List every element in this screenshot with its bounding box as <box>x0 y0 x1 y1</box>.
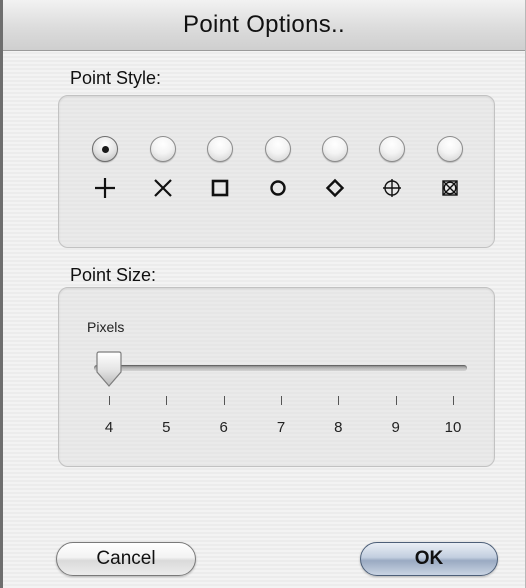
circle-icon <box>270 180 286 196</box>
plus-icon <box>95 178 115 198</box>
slider-tick-label: 6 <box>219 419 228 436</box>
point-size-label: Point Size: <box>70 265 157 285</box>
slider-tick <box>223 396 225 405</box>
point-style-radio-circle[interactable] <box>265 136 291 162</box>
slider-tick-label: 10 <box>444 419 462 436</box>
slider-tick <box>395 396 397 405</box>
slider-tick <box>109 396 110 405</box>
point-style-radio-boxed-x-circle[interactable] <box>437 136 463 162</box>
square-icon <box>211 179 229 197</box>
pixels-label: Pixels <box>87 319 125 335</box>
slider-tick-label: 4 <box>104 419 114 436</box>
slider-tick <box>453 396 454 405</box>
point-style-group <box>58 95 495 248</box>
slider-tick <box>166 396 168 405</box>
boxed-x-circle-icon <box>442 180 458 196</box>
point-style-label: Point Style: <box>70 68 162 88</box>
point-style-radio-diamond[interactable] <box>322 136 348 162</box>
circled-plus-icon <box>383 179 401 197</box>
slider-tick-label: 5 <box>162 419 171 436</box>
point-style-radio-circled-plus[interactable] <box>379 136 405 162</box>
point-size-slider-thumb[interactable] <box>93 350 125 390</box>
window-title: Point Options.. <box>183 11 345 38</box>
slider-tick <box>338 396 340 405</box>
point-size-slider-track[interactable] <box>94 365 467 371</box>
slider-tick <box>281 396 282 405</box>
point-size-group: Pixels 4 5 6 7 8 9 10 <box>58 287 495 467</box>
point-style-radio-plus[interactable] <box>92 136 118 162</box>
x-icon <box>154 179 172 197</box>
point-options-dialog: Point Options.. Point Style: Point Size:… <box>0 0 526 588</box>
selected-dot-icon <box>101 145 109 153</box>
slider-tick-label: 9 <box>391 419 400 436</box>
slider-tick-label: 8 <box>334 419 343 436</box>
diamond-icon <box>325 178 345 198</box>
cancel-button[interactable]: Cancel <box>56 542 196 576</box>
ok-button[interactable]: OK <box>360 542 498 576</box>
point-style-radio-square[interactable] <box>207 136 233 162</box>
slider-tick-label: 7 <box>276 419 286 436</box>
point-style-radio-x[interactable] <box>150 136 176 162</box>
title-bar[interactable]: Point Options.. <box>3 0 525 51</box>
